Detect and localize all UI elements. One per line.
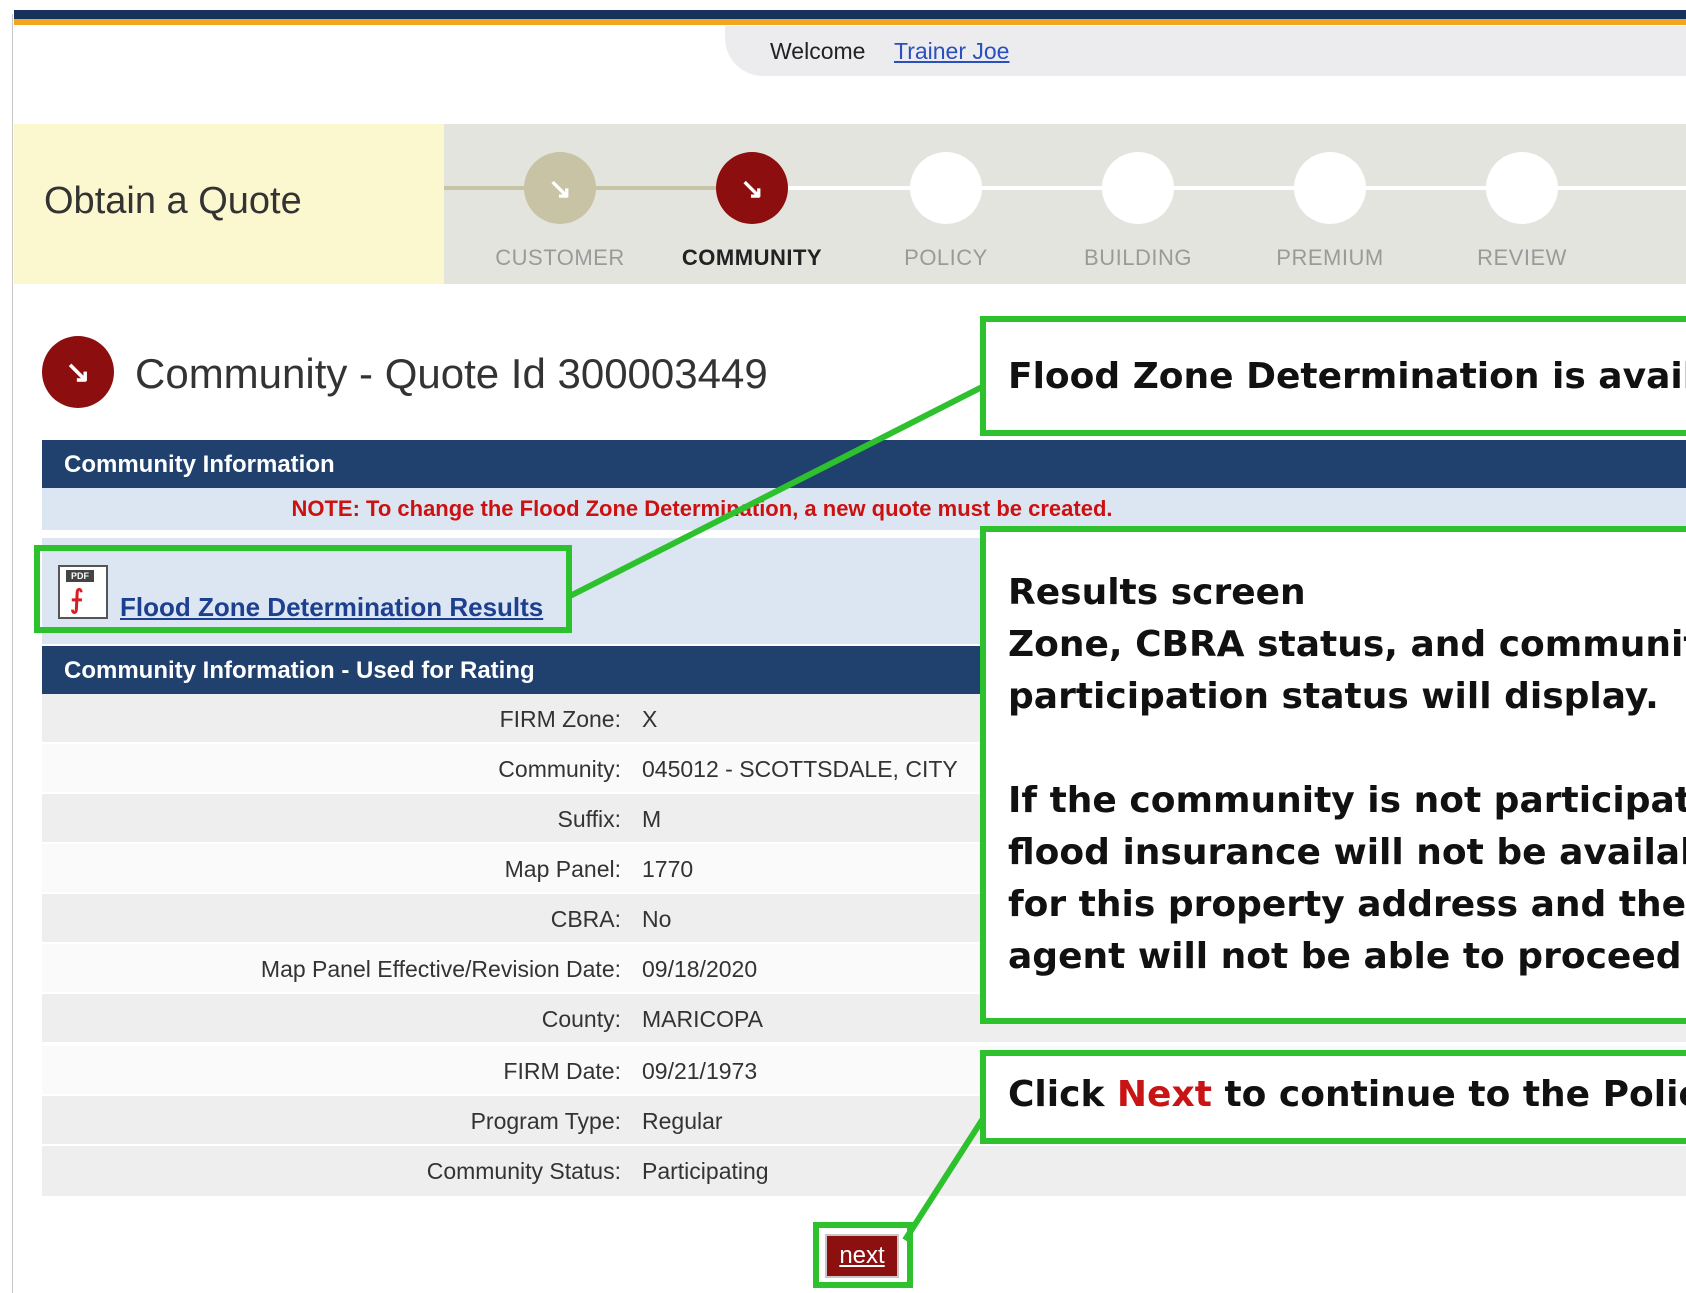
community-info-header: Community Information — [42, 440, 1686, 488]
step-label-review: REVIEW — [1477, 245, 1567, 270]
data-label: FIRM Date: — [503, 1058, 621, 1084]
data-value: Participating — [642, 1158, 769, 1184]
step-policy-icon — [910, 152, 982, 224]
note-text: NOTE: To change the Flood Zone Determina… — [291, 496, 1113, 521]
data-value: 09/21/1973 — [642, 1058, 758, 1084]
data-value: X — [642, 706, 658, 732]
welcome-label: Welcome — [770, 38, 866, 64]
data-label: CBRA: — [550, 906, 621, 932]
step-review-icon — [1486, 152, 1558, 224]
next-highlight-box — [813, 1222, 913, 1288]
top-accent-bar — [14, 19, 1686, 25]
data-value: MARICOPA — [642, 1006, 763, 1032]
step-label-building: BUILDING — [1084, 245, 1192, 270]
data-value: M — [642, 806, 662, 832]
note-row: NOTE: To change the Flood Zone Determina… — [42, 488, 1686, 530]
next-callout-keyword: Next — [1116, 1074, 1212, 1115]
user-name-link[interactable]: Trainer Joe — [894, 38, 1009, 65]
community-arrow-icon: ↘ — [42, 336, 114, 408]
data-value: No — [642, 906, 672, 932]
results-callout-line: flood insurance will not be available — [1008, 832, 1686, 873]
data-label: Community: — [498, 756, 621, 782]
step-premium-icon — [1294, 152, 1366, 224]
next-callout-text: Click Next to continue to the Policy scr… — [1008, 1074, 1686, 1115]
step-label-policy: POLICY — [904, 245, 988, 270]
results-callout-line: Zone, CBRA status, and community — [1008, 624, 1686, 665]
left-rule — [12, 14, 13, 1293]
step-label-community: COMMUNITY — [681, 245, 823, 270]
results-callout-line: If the community is not participatin — [1008, 780, 1686, 821]
page-title: Community - Quote Id 300003449 — [135, 350, 768, 397]
results-callout-line: participation status will display. — [1008, 676, 1659, 717]
pdf-highlight-box — [34, 545, 572, 633]
top-bar — [14, 10, 1686, 19]
next-callout-suffix: to continue to the Policy scre — [1224, 1074, 1686, 1115]
data-label: County: — [541, 1006, 621, 1032]
data-label: Program Type: — [470, 1108, 621, 1134]
results-callout-line: agent will not be able to proceed — [1008, 936, 1682, 977]
rating-header-label: Community Information - Used for Rating — [64, 657, 535, 684]
data-label: Suffix: — [557, 806, 622, 832]
step-community-icon[interactable]: ↘ — [716, 152, 788, 224]
data-label: Map Panel Effective/Revision Date: — [260, 956, 621, 982]
flood-zone-callout-text: Flood Zone Determination is availab — [1008, 356, 1686, 397]
data-label: FIRM Zone: — [499, 706, 621, 732]
step-label-premium: PREMIUM — [1276, 245, 1384, 270]
data-value: 09/18/2020 — [642, 956, 758, 982]
data-value: 045012 - SCOTTSDALE, CITY — [642, 756, 958, 782]
data-row-community-status: Community Status: Participating — [42, 1146, 1686, 1196]
step-label-customer: CUSTOMER — [495, 245, 625, 270]
results-callout-line: Results screen — [1008, 572, 1306, 613]
quote-title: Obtain a Quote — [44, 180, 302, 222]
community-info-header-label: Community Information — [64, 451, 335, 478]
results-callout-line: for this property address and the — [1008, 884, 1686, 925]
next-callout-prefix: Click — [1008, 1074, 1117, 1115]
data-value: Regular — [642, 1108, 723, 1134]
welcome-strip — [725, 26, 1686, 76]
page: Welcome Trainer Joe Obtain a Quote ↘ ↘ C… — [0, 0, 1686, 1293]
data-label: Community Status: — [426, 1158, 621, 1184]
data-value: 1770 — [642, 856, 694, 882]
step-customer-icon[interactable]: ↘ — [524, 152, 596, 224]
step-building-icon — [1102, 152, 1174, 224]
data-label: Map Panel: — [504, 856, 621, 882]
